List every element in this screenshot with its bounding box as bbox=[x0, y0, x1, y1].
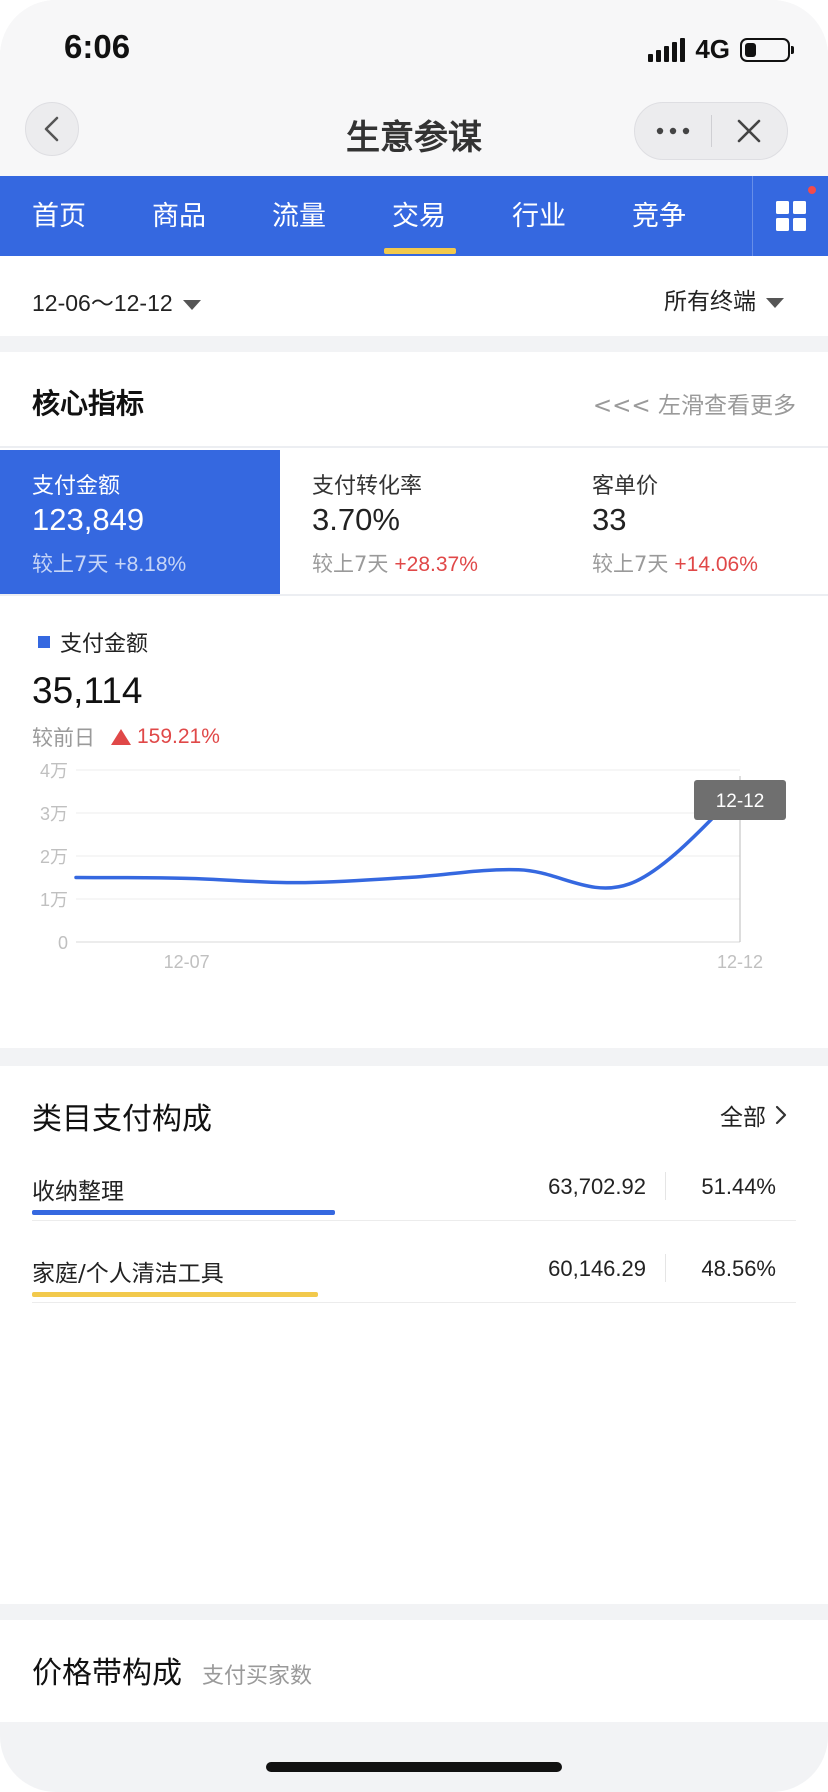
battery-icon bbox=[740, 37, 794, 62]
status-indicators: 4G bbox=[648, 34, 794, 65]
x-tick-label: 12-12 bbox=[717, 952, 763, 972]
metric-label: 客单价 bbox=[592, 474, 659, 499]
terminal-label: 所有终端 bbox=[664, 289, 756, 315]
chart-legend: 支付金额 bbox=[32, 626, 148, 658]
trend-chart[interactable]: 0 1万 2万 3万 4万 12-07 12-12 12-12 bbox=[0, 762, 828, 972]
day-compare: 较前日 159.21% bbox=[32, 722, 220, 752]
tab-products[interactable]: 商品 bbox=[152, 194, 206, 233]
series-line bbox=[74, 789, 742, 890]
metric-value: 33 bbox=[592, 502, 627, 537]
category-amount: 60,146.29 bbox=[548, 1256, 646, 1281]
nav-header: 生意参谋 bbox=[0, 96, 828, 176]
day-change: 159.21% bbox=[137, 725, 220, 748]
category-row[interactable]: 家庭/个人清洁工具 60,146.29 48.56% bbox=[32, 1236, 796, 1318]
tooltip-label: 12-12 bbox=[716, 791, 765, 812]
y-tick-label: 0 bbox=[58, 933, 68, 953]
date-range-label: 12-06～12-12 bbox=[32, 290, 173, 316]
phone-screen: 6:06 4G 生意参谋 首页 商品 流量 交易 行业 竞争 12-06～12-… bbox=[0, 0, 828, 1792]
metric-change: +28.37% bbox=[394, 553, 478, 576]
section-subtitle: 支付买家数 bbox=[202, 1664, 313, 1689]
status-bar: 6:06 4G bbox=[0, 0, 828, 96]
section-title: 核心指标 bbox=[32, 387, 145, 420]
metric-conversion-rate[interactable]: 支付转化率 3.70% 较上7天 +28.37% bbox=[280, 450, 560, 594]
category-share-bar bbox=[32, 1292, 318, 1297]
y-tick-label: 2万 bbox=[40, 847, 68, 867]
more-dots-icon bbox=[656, 127, 689, 135]
caret-down-icon bbox=[766, 297, 784, 308]
y-tick-label: 1万 bbox=[40, 890, 68, 910]
date-range-picker[interactable]: 12-06～12-12 bbox=[32, 284, 201, 318]
x-tick-label: 12-07 bbox=[164, 952, 210, 972]
section-title: 类目支付构成 bbox=[32, 1102, 212, 1137]
notification-dot bbox=[808, 186, 816, 194]
trend-value: 35,114 bbox=[32, 670, 143, 711]
metric-label: 支付转化率 bbox=[312, 474, 423, 499]
y-tick-label: 3万 bbox=[40, 804, 68, 824]
more-button[interactable] bbox=[635, 103, 711, 159]
home-indicator[interactable] bbox=[266, 1762, 562, 1772]
metric-avg-order-value[interactable]: 客单价 33 较上7天 +14.06% bbox=[560, 450, 828, 594]
terminal-picker[interactable]: 所有终端 bbox=[664, 282, 784, 316]
category-row[interactable]: 收纳整理 63,702.92 51.44% bbox=[32, 1154, 796, 1236]
metric-compare: 较上7天 +14.06% bbox=[592, 552, 758, 576]
signal-icon bbox=[648, 37, 686, 62]
caret-down-icon bbox=[182, 299, 201, 310]
tab-competition[interactable]: 竞争 bbox=[632, 194, 686, 233]
category-name: 家庭/个人清洁工具 bbox=[32, 1261, 224, 1287]
all-modules-button[interactable] bbox=[752, 176, 828, 256]
chevron-right-icon bbox=[775, 1105, 787, 1125]
tab-traffic[interactable]: 流量 bbox=[272, 194, 326, 233]
legend-label: 支付金额 bbox=[60, 632, 149, 657]
metric-compare: 较上7天 +28.37% bbox=[312, 552, 478, 576]
close-icon bbox=[737, 119, 761, 143]
category-share: 51.44% bbox=[701, 1174, 776, 1199]
metric-value: 3.70% bbox=[312, 502, 400, 537]
tab-industry[interactable]: 行业 bbox=[512, 194, 566, 233]
close-button[interactable] bbox=[712, 103, 788, 159]
tab-home[interactable]: 首页 bbox=[32, 194, 86, 233]
tab-bar: 首页 商品 流量 交易 行业 竞争 bbox=[0, 176, 828, 256]
metric-change: +8.18% bbox=[114, 553, 187, 576]
metric-payment-amount[interactable]: 支付金额 123,849 较上7天 +8.18% bbox=[0, 450, 280, 594]
category-share: 48.56% bbox=[701, 1256, 776, 1281]
view-all-link[interactable]: 全部 bbox=[720, 1098, 788, 1132]
y-tick-label: 4万 bbox=[40, 762, 68, 781]
swipe-hint: <<< 左滑查看更多 bbox=[592, 393, 796, 419]
mini-program-capsule bbox=[634, 102, 788, 160]
status-time: 6:06 bbox=[64, 28, 131, 65]
legend-swatch bbox=[38, 636, 50, 648]
category-amount: 63,702.92 bbox=[548, 1174, 646, 1199]
metric-value: 123,849 bbox=[32, 502, 145, 537]
metric-label: 支付金额 bbox=[32, 474, 121, 499]
tab-transactions[interactable]: 交易 bbox=[392, 194, 446, 233]
trend-up-icon bbox=[111, 729, 131, 745]
metric-compare: 较上7天 +8.18% bbox=[32, 552, 187, 576]
category-composition-card: 类目支付构成 全部 收纳整理 63,702.92 51.44% 家庭/个人清洁工… bbox=[0, 1066, 828, 1604]
bottom-safe-area bbox=[0, 1722, 828, 1792]
category-name: 收纳整理 bbox=[32, 1179, 124, 1205]
active-tab-indicator bbox=[384, 248, 456, 254]
metric-change: +14.06% bbox=[674, 553, 758, 576]
day-compare-label: 较前日 bbox=[32, 726, 95, 750]
category-share-bar bbox=[32, 1210, 335, 1215]
view-all-label: 全部 bbox=[720, 1105, 766, 1131]
network-type: 4G bbox=[695, 34, 730, 64]
grid-icon bbox=[775, 201, 806, 231]
section-title: 价格带构成 bbox=[32, 1656, 182, 1691]
core-metrics-card: 核心指标 <<< 左滑查看更多 支付金额 123,849 较上7天 +8.18% … bbox=[0, 352, 828, 1048]
filter-row: 12-06～12-12 所有终端 bbox=[0, 256, 828, 336]
